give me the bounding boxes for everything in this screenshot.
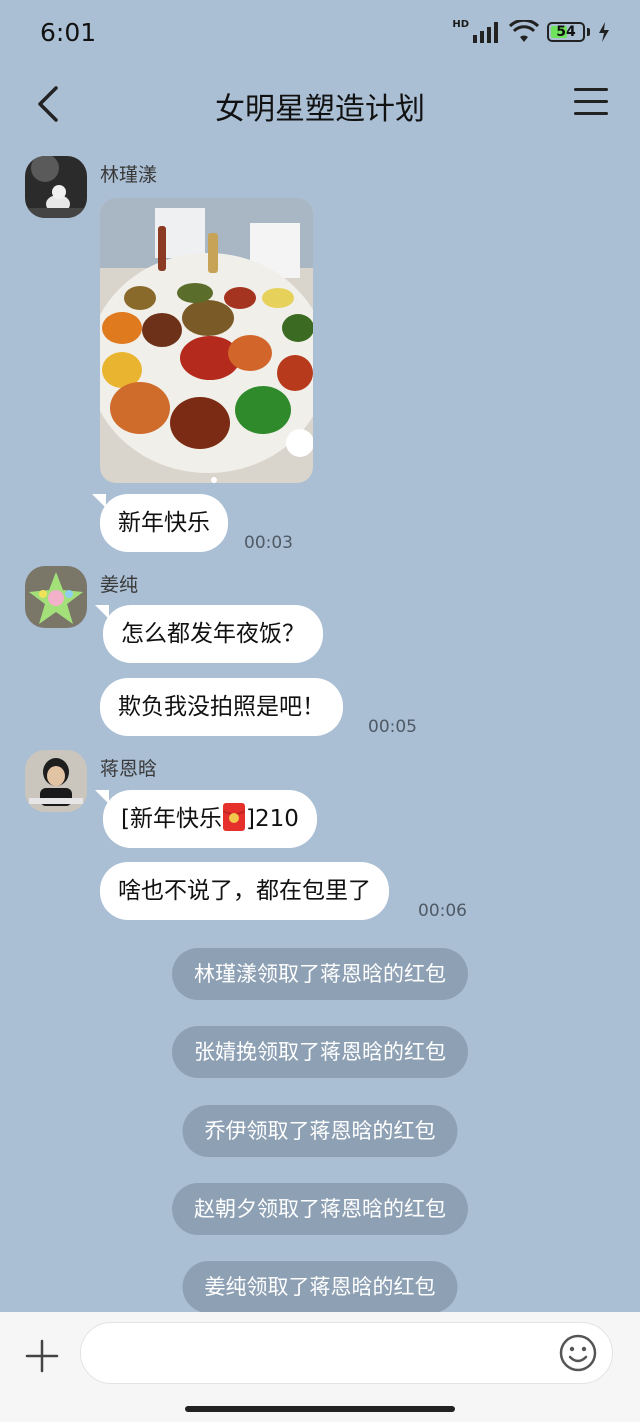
system-notice: 姜纯领取了蒋恩晗的红包: [182, 1261, 458, 1313]
wifi-icon: [509, 20, 539, 42]
red-packet-suffix: ]210: [245, 806, 299, 832]
avatar[interactable]: [25, 750, 87, 812]
message-input[interactable]: [80, 1322, 613, 1384]
sender-name: 姜纯: [100, 574, 139, 596]
message-bubble[interactable]: 欺负我没拍照是吧！: [100, 678, 343, 736]
signal-icon: [473, 22, 498, 43]
emoji-icon[interactable]: [558, 1333, 598, 1373]
sender-name: 蒋恩晗: [100, 758, 158, 780]
title-bar: 女明星塑造计划: [0, 70, 640, 140]
chat-title: 女明星塑造计划: [215, 92, 425, 127]
status-icons: HD 54: [452, 18, 610, 44]
red-packet-message[interactable]: [新年快乐 ]210: [95, 790, 317, 848]
hd-label: HD: [452, 18, 469, 30]
message-bubble[interactable]: 啥也不说了，都在包里了: [100, 862, 389, 920]
input-bar: [0, 1312, 640, 1422]
menu-icon-line: [574, 88, 608, 91]
battery-level: 54: [556, 24, 576, 40]
menu-button[interactable]: [574, 88, 608, 118]
home-indicator[interactable]: [185, 1406, 455, 1412]
charging-icon: [599, 22, 609, 42]
message-bubble[interactable]: 怎么都发年夜饭？: [95, 605, 323, 663]
system-notice: 张婧挽领取了蒋恩晗的红包: [172, 1026, 468, 1078]
sender-name: 林瑾漾: [100, 164, 158, 186]
message-bubble[interactable]: 新年快乐: [92, 494, 228, 552]
plus-icon[interactable]: [24, 1338, 60, 1374]
message-time: 00:05: [368, 717, 417, 737]
system-notice: 林瑾漾领取了蒋恩晗的红包: [172, 948, 468, 1000]
shared-photo[interactable]: [100, 198, 313, 483]
system-notice: 乔伊领取了蒋恩晗的红包: [182, 1105, 458, 1157]
battery-icon: 54: [547, 22, 585, 42]
status-time: 6:01: [40, 18, 97, 47]
message-time: 00:06: [418, 901, 467, 921]
avatar[interactable]: [25, 156, 87, 218]
menu-icon-line: [574, 112, 608, 115]
red-packet-prefix: [新年快乐: [121, 806, 222, 832]
battery-cap: [587, 28, 590, 36]
avatar[interactable]: [25, 566, 87, 628]
message-time: 00:03: [244, 533, 293, 553]
red-packet-icon: [222, 803, 246, 831]
menu-icon-line: [574, 100, 608, 103]
status-bar: 6:01 HD 54: [0, 0, 640, 70]
system-notice: 赵朝夕领取了蒋恩晗的红包: [172, 1183, 468, 1235]
